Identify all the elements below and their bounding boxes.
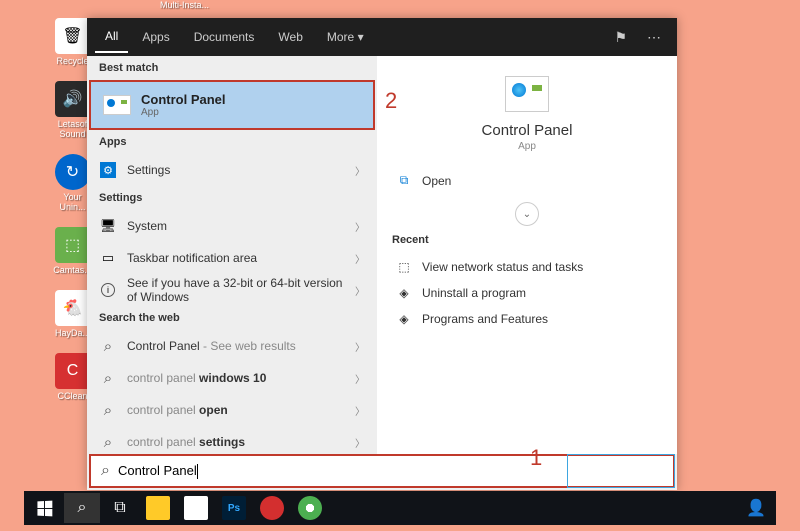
search-icon: ⌕ — [78, 499, 87, 517]
taskbar-app-chrome[interactable] — [292, 493, 328, 523]
store-icon — [184, 496, 208, 520]
feedback-icon[interactable]: ⚑ — [606, 29, 635, 46]
taskbar-app-photoshop[interactable]: Ps — [216, 493, 252, 523]
search-icon — [99, 369, 117, 387]
chevron-right-icon: 〉 — [355, 403, 365, 418]
best-match-item[interactable]: Control Panel App — [89, 80, 375, 130]
programs-icon: ◈ — [396, 312, 412, 326]
list-item-label: control panel settings — [127, 435, 345, 449]
web-item[interactable]: control panel settings 〉 — [87, 426, 377, 454]
tray-people-icon[interactable]: 👤 — [738, 493, 774, 523]
monitor-icon — [99, 217, 117, 235]
folder-icon — [146, 496, 170, 520]
open-icon: ⧉ — [396, 173, 412, 188]
taskbar-search-button[interactable]: ⌕ — [64, 493, 100, 523]
control-panel-icon — [103, 95, 131, 115]
tab-apps[interactable]: Apps — [132, 22, 179, 52]
settings-item-taskbar[interactable]: Taskbar notification area 〉 — [87, 242, 377, 274]
action-label: Open — [422, 174, 451, 188]
apps-item-settings[interactable]: ⚙ Settings 〉 — [87, 154, 377, 186]
tab-web[interactable]: Web — [268, 22, 312, 52]
control-panel-icon — [505, 76, 549, 112]
list-item-label: Settings — [127, 163, 345, 177]
list-item-label: control panel windows 10 — [127, 371, 345, 385]
task-view-button[interactable]: ⧉ — [102, 493, 138, 523]
taskbar-app-red[interactable] — [254, 493, 290, 523]
chevron-right-icon: 〉 — [355, 339, 365, 354]
search-input-text: Control Panel — [118, 463, 198, 479]
desktop-icon-label: Recycle — [56, 56, 88, 66]
search-icon — [99, 401, 117, 419]
best-match-title: Control Panel — [141, 92, 226, 107]
round-app-icon — [260, 496, 284, 520]
search-icon — [99, 433, 117, 451]
list-item-label: Control Panel - See web results — [127, 339, 345, 353]
network-icon: ⬚ — [396, 260, 412, 274]
annotation-1: 1 — [530, 445, 542, 471]
info-icon: i — [101, 283, 115, 297]
task-view-icon: ⧉ — [114, 499, 125, 517]
chevron-right-icon: 〉 — [355, 219, 365, 234]
recent-label: Uninstall a program — [422, 286, 526, 300]
section-apps: Apps — [87, 130, 377, 154]
settings-item-bits[interactable]: i See if you have a 32-bit or 64-bit ver… — [87, 274, 377, 306]
chevron-right-icon: 〉 — [355, 371, 365, 386]
photoshop-icon: Ps — [222, 496, 246, 520]
recent-item[interactable]: ⬚ View network status and tasks — [392, 254, 662, 280]
search-tabs-bar: All Apps Documents Web More ▾ ⚑ ⋯ — [87, 18, 677, 56]
recent-item[interactable]: ◈ Uninstall a program — [392, 280, 662, 306]
recent-header: Recent — [392, 234, 662, 246]
preview-right-panel: Control Panel App ⧉ Open ⌄ Recent ⬚ View… — [377, 56, 677, 454]
more-options-icon[interactable]: ⋯ — [639, 29, 669, 46]
settings-item-system[interactable]: System 〉 — [87, 210, 377, 242]
programs-icon: ◈ — [396, 286, 412, 300]
annotation-2: 2 — [385, 88, 397, 114]
search-icon — [101, 462, 110, 480]
results-left-panel: Best match Control Panel App Apps ⚙ Sett… — [87, 56, 377, 454]
taskbar-app-store[interactable] — [178, 493, 214, 523]
chevron-down-icon: ⌄ — [523, 209, 531, 220]
chevron-right-icon: 〉 — [355, 251, 365, 266]
section-settings: Settings — [87, 186, 377, 210]
action-open[interactable]: ⧉ Open — [392, 167, 662, 194]
list-item-label: See if you have a 32-bit or 64-bit versi… — [127, 276, 345, 304]
list-item-label: Taskbar notification area — [127, 251, 345, 265]
desktop-icon-label: HayDa... — [55, 328, 90, 338]
recent-item[interactable]: ◈ Programs and Features — [392, 306, 662, 332]
tab-all[interactable]: All — [95, 21, 128, 53]
search-panel: All Apps Documents Web More ▾ ⚑ ⋯ Best m… — [87, 18, 677, 490]
gear-icon: ⚙ — [100, 162, 116, 178]
chevron-right-icon: 〉 — [355, 163, 365, 178]
web-item[interactable]: control panel windows 10 〉 — [87, 362, 377, 394]
recent-label: Programs and Features — [422, 312, 548, 326]
web-item[interactable]: control panel open 〉 — [87, 394, 377, 426]
chevron-right-icon: 〉 — [355, 435, 365, 450]
desktop-icon-label: Camtas... — [53, 265, 92, 275]
windows-logo-icon — [37, 500, 52, 516]
chevron-down-icon: ▾ — [358, 30, 364, 44]
taskbar-icon — [99, 249, 117, 267]
best-match-subtitle: App — [141, 107, 226, 118]
section-search-web: Search the web — [87, 306, 377, 330]
start-button[interactable] — [26, 493, 62, 523]
search-box[interactable]: Control Panel — [89, 454, 675, 488]
search-icon — [99, 337, 117, 355]
taskbar: ⌕ ⧉ Ps 👤 — [24, 491, 776, 525]
chevron-right-icon: 〉 — [355, 283, 365, 298]
taskbar-app-explorer[interactable] — [140, 493, 176, 523]
section-best-match: Best match — [87, 56, 377, 80]
preview-title: Control Panel — [482, 122, 573, 139]
web-item[interactable]: Control Panel - See web results 〉 — [87, 330, 377, 362]
preview-subtitle: App — [518, 141, 536, 152]
chrome-icon — [298, 496, 322, 520]
expand-button[interactable]: ⌄ — [515, 202, 539, 226]
list-item-label: System — [127, 219, 345, 233]
desktop-icon-label-top: Multi-Insta... — [160, 0, 209, 10]
desktop-icon-label: CClean — [57, 391, 87, 401]
tab-more[interactable]: More ▾ — [317, 22, 374, 52]
tab-documents[interactable]: Documents — [184, 22, 265, 52]
list-item-label: control panel open — [127, 403, 345, 417]
recent-label: View network status and tasks — [422, 260, 583, 274]
